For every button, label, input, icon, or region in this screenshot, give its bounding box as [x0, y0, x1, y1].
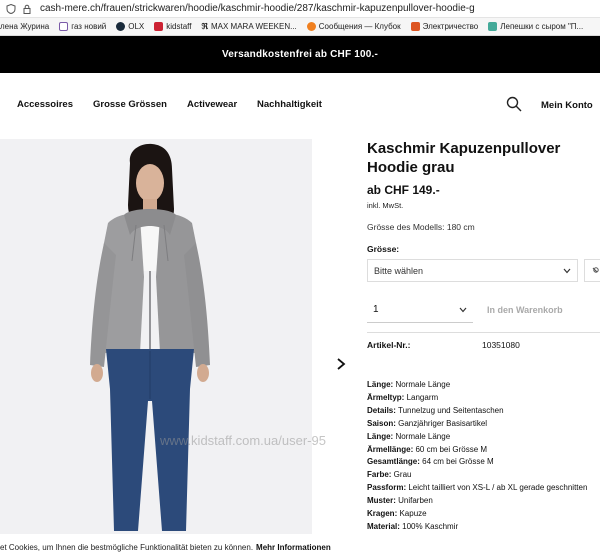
search-icon[interactable] — [506, 96, 522, 112]
add-to-cart-label: In den Warenkorb — [487, 305, 563, 315]
spec-row: Länge: Normale Länge — [367, 379, 600, 392]
spec-value: 100% Kaschmir — [399, 521, 459, 531]
spec-value: Normale Länge — [393, 431, 451, 441]
model-size-note: Grösse des Modells: 180 cm — [367, 222, 475, 232]
product-image[interactable] — [0, 139, 312, 534]
bookmark-favicon-icon: ℜ — [201, 22, 208, 31]
spec-label: Kragen: — [367, 509, 398, 519]
bookmark-item[interactable]: Лепешки с сыром "П... — [488, 22, 583, 31]
spec-row: Saison: Ganzjähriger Basisartikel — [367, 418, 600, 431]
url-text[interactable]: cash-mere.ch/frauen/strickwaren/hoodie/k… — [40, 3, 475, 14]
spec-row: Gesamtlänge: 64 cm bei Grösse M — [367, 456, 600, 469]
bookmark-label: Сообщения — Клубок — [318, 22, 401, 31]
chevron-down-icon — [563, 268, 571, 274]
spec-row: Ärmeltyp: Langarm — [367, 392, 600, 405]
bookmark-label: OLX — [128, 22, 145, 31]
bookmark-favicon-icon — [488, 22, 498, 31]
spec-value: Grau — [391, 470, 412, 480]
bookmark-favicon-icon — [154, 22, 164, 31]
nav-item-grosse-groessen[interactable]: Grosse Grössen — [93, 99, 167, 110]
spec-value: 60 cm bei Grösse M — [413, 444, 488, 454]
bookmark-label: Электричество — [422, 22, 479, 31]
main-navigation: Accessoires Grosse Grössen Activewear Na… — [0, 73, 600, 137]
spec-label: Details: — [367, 405, 396, 415]
bookmarks-bar: лена Журина газ новий OLX kidstaff ℜ MAX … — [0, 18, 600, 36]
spec-row: Details: Tunnelzug und Seitentaschen — [367, 405, 600, 418]
bookmark-label: kidstaff — [166, 22, 192, 31]
spec-value: Unifarben — [395, 496, 433, 506]
bookmark-item[interactable]: лена Журина — [0, 22, 49, 31]
lock-icon — [23, 4, 31, 14]
spec-label: Farbe: — [367, 470, 392, 480]
product-title: Kaschmir Kapuzenpullover Hoodie grau — [367, 140, 561, 176]
model-in-hoodie-illustration — [0, 139, 312, 534]
size-guide-button[interactable] — [584, 259, 600, 282]
spec-value: Tunnelzug und Seitentaschen — [395, 405, 504, 415]
browser-address-bar[interactable]: cash-mere.ch/frauen/strickwaren/hoodie/k… — [0, 0, 600, 18]
bookmark-favicon-icon — [306, 22, 316, 31]
quantity-value: 1 — [373, 304, 379, 315]
spec-row: Kragen: Kapuze — [367, 508, 600, 521]
product-specs-list: Länge: Normale Länge Ärmeltyp: Langarm D… — [367, 379, 600, 534]
spec-row: Material: 100% Kaschmir — [367, 521, 600, 534]
cookie-notice: et Cookies, um Ihnen die bestmögliche Fu… — [0, 538, 600, 556]
bookmark-item[interactable]: kidstaff — [154, 22, 191, 31]
bookmark-favicon-icon — [59, 22, 69, 31]
nav-item-accessoires[interactable]: Accessoires — [17, 99, 73, 110]
spec-value: Kapuze — [397, 509, 427, 519]
spec-label: Länge: — [367, 431, 394, 441]
spec-row: Passform: Leicht tailliert von XS-L / ab… — [367, 482, 600, 495]
spec-row: Länge: Normale Länge — [367, 431, 600, 444]
product-info-panel: Kaschmir Kapuzenpullover Hoodie grau ab … — [367, 139, 600, 531]
tax-note: inkl. MwSt. — [367, 201, 404, 210]
ruler-icon — [592, 267, 599, 273]
product-price: ab CHF 149.- — [367, 183, 440, 197]
spec-label: Ärmellänge: — [367, 444, 414, 454]
article-number-label: Artikel-Nr.: — [367, 340, 411, 350]
spec-value: Normale Länge — [393, 380, 451, 389]
size-label: Grösse: — [367, 244, 400, 254]
bookmark-label: Лепешки с сыром "П... — [500, 22, 584, 31]
nav-item-activewear[interactable]: Activewear — [187, 99, 237, 110]
size-select-value: Bitte wählen — [374, 265, 424, 276]
spec-label: Material: — [367, 521, 400, 531]
shield-icon — [6, 3, 16, 14]
spec-label: Länge: — [367, 380, 394, 389]
cookie-text: et Cookies, um Ihnen die bestmögliche Fu… — [0, 542, 254, 552]
bookmark-label: MAX MARA WEEKEN... — [210, 22, 297, 31]
spec-row: Farbe: Grau — [367, 469, 600, 482]
spec-value: Leicht tailliert von XS-L / ab XL gerade… — [406, 483, 588, 493]
bookmark-item[interactable]: OLX — [116, 22, 144, 31]
spec-row: Muster: Unifarben — [367, 495, 600, 508]
spec-value: Ganzjähriger Basisartikel — [395, 418, 488, 428]
nav-item-nachhaltigkeit[interactable]: Nachhaltigkeit — [257, 99, 322, 110]
bookmark-item[interactable]: Сообщения — Клубок — [306, 22, 401, 31]
spec-label: Muster: — [367, 496, 396, 506]
quantity-select[interactable]: 1 — [367, 297, 473, 323]
spec-label: Ärmeltyp: — [367, 392, 405, 402]
bookmark-label: лена Журина — [0, 22, 50, 31]
shipping-promo-banner: Versandkostenfrei ab CHF 100.- — [0, 36, 600, 73]
bookmark-favicon-icon — [410, 22, 420, 31]
chevron-down-icon — [459, 307, 467, 313]
bookmark-label: газ новий — [71, 22, 107, 31]
image-next-arrow-icon[interactable] — [334, 356, 348, 372]
bookmark-favicon-icon — [116, 22, 126, 31]
size-select[interactable]: Bitte wählen — [367, 259, 578, 282]
spec-label: Saison: — [367, 418, 396, 428]
spec-label: Passform: — [367, 483, 407, 493]
divider — [367, 332, 600, 333]
promo-text: Versandkostenfrei ab CHF 100.- — [221, 49, 379, 60]
spec-value: 64 cm bei Grösse M — [419, 457, 494, 467]
add-to-cart-button[interactable]: In den Warenkorb — [480, 297, 600, 323]
bookmark-item[interactable]: ℜ MAX MARA WEEKEN... — [201, 22, 296, 31]
account-link[interactable]: Mein Konto — [541, 100, 593, 111]
cookie-more-info-link[interactable]: Mehr Informationen — [256, 543, 331, 552]
spec-value: Langarm — [404, 392, 439, 402]
bookmark-item[interactable]: газ новий — [59, 22, 106, 31]
article-number-value: 10351080 — [482, 340, 520, 350]
spec-label: Gesamtlänge: — [367, 457, 420, 467]
spec-row: Ärmellänge: 60 cm bei Grösse M — [367, 444, 600, 457]
bookmark-item[interactable]: Электричество — [410, 22, 479, 31]
